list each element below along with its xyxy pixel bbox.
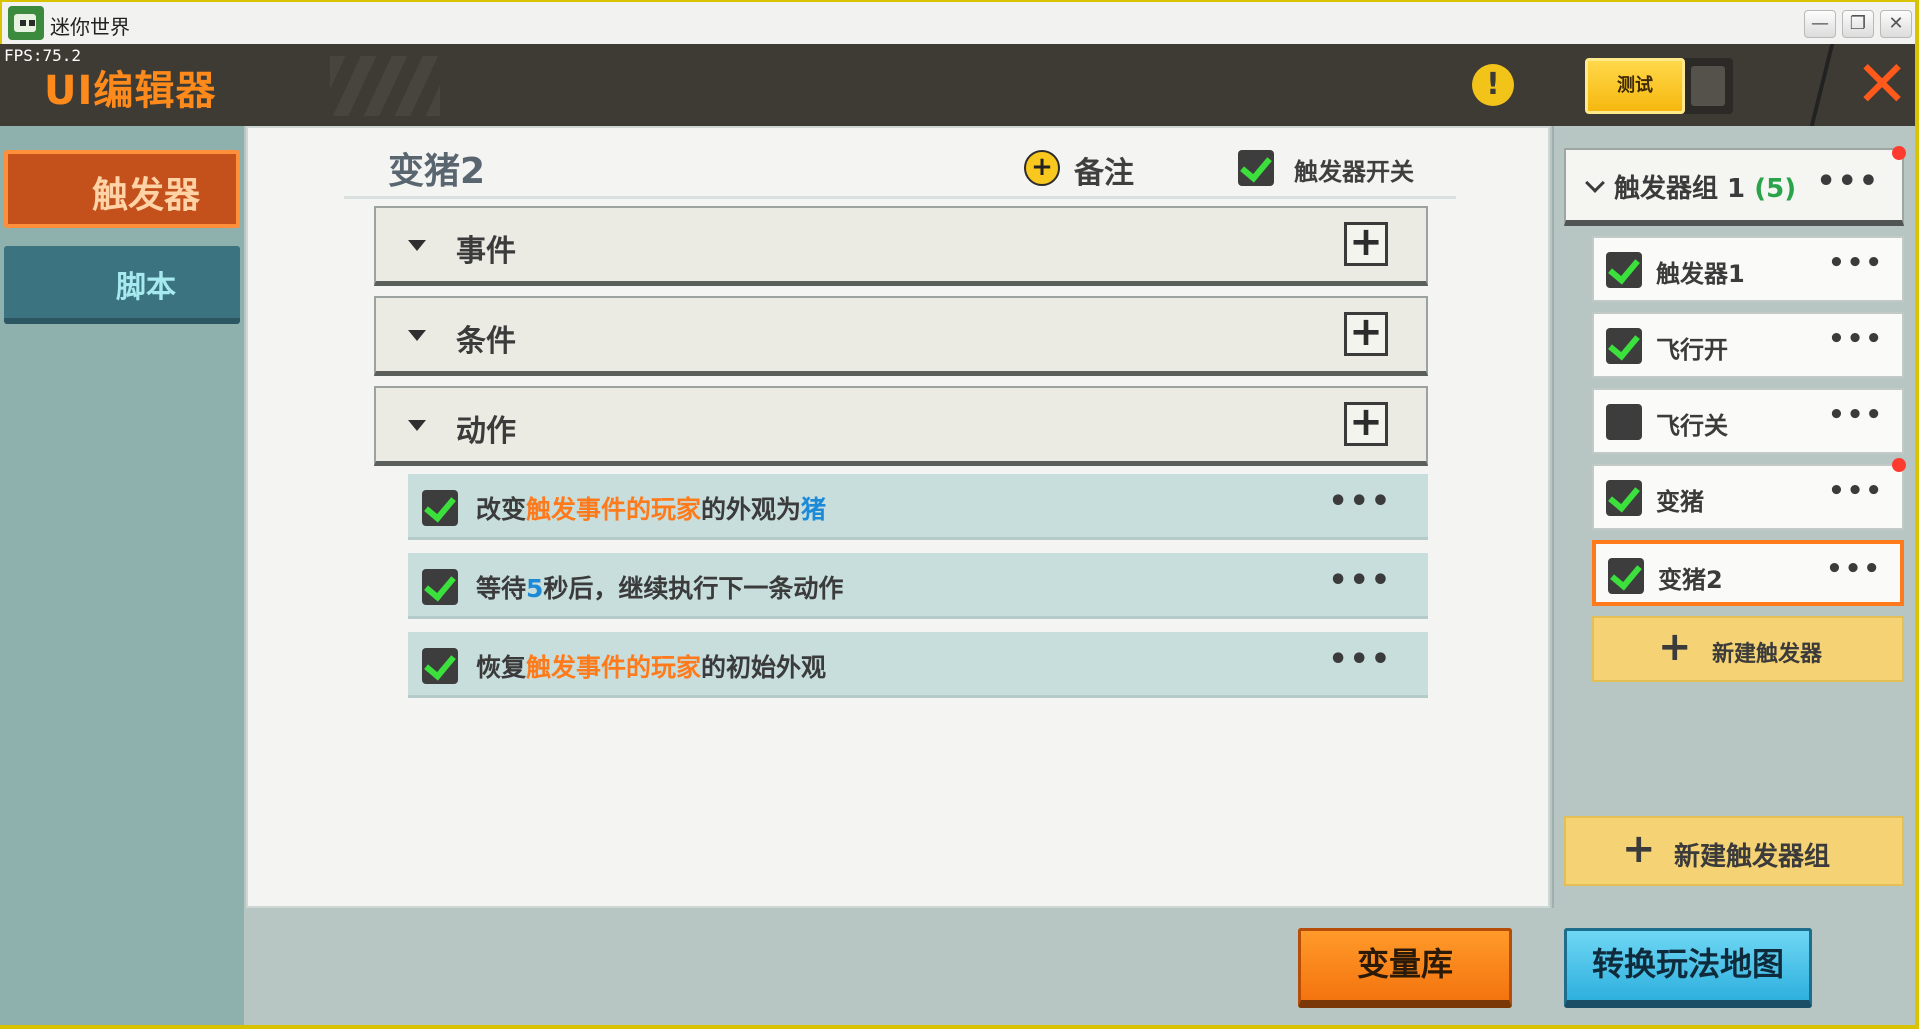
- collapse-arrow-icon[interactable]: [408, 330, 426, 341]
- trigger-item-label: 变猪2: [1658, 566, 1723, 594]
- window-titlebar: 迷你世界 — ❐ ✕: [0, 0, 1919, 44]
- header-decoration: [330, 56, 440, 116]
- more-options-icon[interactable]: •••: [1328, 484, 1392, 519]
- action-checkbox[interactable]: [422, 490, 458, 526]
- trigger-item-label: 触发器1: [1656, 260, 1745, 288]
- action-row[interactable]: 改变触发事件的玩家的外观为猪 •••: [408, 474, 1428, 540]
- window-title: 迷你世界: [50, 15, 130, 39]
- collapse-arrow-icon[interactable]: [408, 240, 426, 251]
- trigger-enabled-checkbox[interactable]: [1606, 480, 1642, 516]
- trigger-group-label: 触发器组 1 (5): [1614, 174, 1797, 204]
- chevron-down-icon[interactable]: [1585, 173, 1605, 193]
- section-event[interactable]: 事件 +: [374, 206, 1428, 286]
- trigger-group-header[interactable]: 触发器组 1 (5) •••: [1564, 146, 1906, 226]
- trigger-enabled-checkbox[interactable]: [1606, 404, 1642, 440]
- trigger-group-count: (5): [1754, 174, 1797, 204]
- window-frame-bottom: [0, 1025, 1919, 1029]
- trigger-switch-label: 触发器开关: [1294, 158, 1414, 186]
- nav-tab-scripts[interactable]: 脚本: [4, 246, 240, 324]
- more-options-icon[interactable]: •••: [1328, 642, 1392, 677]
- trigger-item-label: 变猪: [1656, 488, 1704, 516]
- trigger-switch-checkbox[interactable]: [1238, 150, 1274, 186]
- window-frame-right: [1915, 0, 1919, 1029]
- header-divider-line: [344, 196, 1456, 199]
- app-logo-icon: [8, 6, 44, 40]
- more-options-icon[interactable]: •••: [1828, 248, 1884, 278]
- section-label: 事件: [456, 234, 516, 269]
- nav-tab-label: 脚本: [116, 270, 176, 305]
- new-trigger-button[interactable]: + 新建触发器: [1592, 616, 1904, 682]
- action-row[interactable]: 恢复触发事件的玩家的初始外观 •••: [408, 632, 1428, 698]
- left-nav: 触发器 脚本: [0, 126, 244, 1029]
- new-trigger-group-button[interactable]: + 新建触发器组: [1564, 816, 1904, 886]
- action-text[interactable]: 等待5秒后，继续执行下一条动作: [476, 569, 843, 605]
- action-param-appearance[interactable]: 猪: [801, 495, 826, 524]
- notification-dot: [1892, 146, 1906, 160]
- warning-icon[interactable]: !: [1472, 64, 1514, 106]
- minimize-button[interactable]: —: [1804, 10, 1836, 38]
- trigger-list-item[interactable]: 飞行开 •••: [1592, 312, 1904, 378]
- more-options-icon[interactable]: •••: [1826, 554, 1882, 584]
- action-param-player[interactable]: 触发事件的玩家: [526, 495, 701, 524]
- trigger-name[interactable]: 变猪2: [388, 142, 485, 194]
- nav-tab-triggers[interactable]: 触发器: [4, 150, 240, 228]
- window-close-button[interactable]: ✕: [1880, 10, 1912, 38]
- close-editor-icon[interactable]: ✕: [1852, 50, 1912, 120]
- add-condition-button[interactable]: +: [1344, 312, 1388, 356]
- add-action-button[interactable]: +: [1344, 402, 1388, 446]
- header-divider: [1809, 44, 1835, 126]
- note-label: 备注: [1074, 156, 1134, 191]
- plus-icon: +: [1622, 826, 1656, 872]
- more-options-icon[interactable]: •••: [1828, 476, 1884, 506]
- test-toggle-knob: [1691, 66, 1725, 106]
- trigger-list-sidebar: 触发器组 1 (5) ••• 触发器1 ••• 飞行开 ••• 飞行关 ••• …: [1552, 126, 1919, 908]
- editor-header: FPS:75.2 UI编辑器 ! 测试 ✕: [0, 44, 1919, 126]
- variable-library-button[interactable]: 变量库: [1298, 928, 1512, 1008]
- trigger-list-item-selected[interactable]: 变猪2 •••: [1592, 540, 1904, 606]
- plus-circle-icon: +: [1024, 150, 1060, 186]
- more-options-icon[interactable]: •••: [1328, 563, 1392, 598]
- more-options-icon[interactable]: •••: [1816, 164, 1880, 199]
- collapse-arrow-icon[interactable]: [408, 420, 426, 431]
- trigger-list-item[interactable]: 飞行关 •••: [1592, 388, 1904, 454]
- trigger-enabled-checkbox[interactable]: [1606, 328, 1642, 364]
- notification-dot: [1892, 458, 1906, 472]
- nav-tab-label: 触发器: [91, 175, 200, 216]
- section-condition[interactable]: 条件 +: [374, 296, 1428, 376]
- test-button[interactable]: 测试: [1585, 58, 1685, 114]
- new-trigger-label: 新建触发器: [1712, 642, 1823, 667]
- action-text[interactable]: 改变触发事件的玩家的外观为猪: [476, 490, 826, 526]
- trigger-list-item[interactable]: 触发器1 •••: [1592, 236, 1904, 302]
- action-checkbox[interactable]: [422, 648, 458, 684]
- action-checkbox[interactable]: [422, 569, 458, 605]
- add-event-button[interactable]: +: [1344, 222, 1388, 266]
- editor-title: UI编辑器: [44, 68, 217, 114]
- more-options-icon[interactable]: •••: [1828, 400, 1884, 430]
- trigger-list-item[interactable]: 变猪 •••: [1592, 458, 1906, 530]
- action-param-seconds[interactable]: 5: [526, 574, 543, 603]
- section-label: 条件: [456, 324, 516, 359]
- section-action[interactable]: 动作 +: [374, 386, 1428, 466]
- trigger-editor-panel: 变猪2 + 备注 触发器开关 事件 + 条件 + 动作 + 改变触发事件的玩家的…: [246, 126, 1550, 908]
- trigger-enabled-checkbox[interactable]: [1606, 252, 1642, 288]
- action-text[interactable]: 恢复触发事件的玩家的初始外观: [476, 648, 826, 684]
- more-options-icon[interactable]: •••: [1828, 324, 1884, 354]
- action-param-player[interactable]: 触发事件的玩家: [526, 653, 701, 682]
- test-toggle[interactable]: 测试: [1585, 58, 1733, 114]
- convert-map-button[interactable]: 转换玩法地图: [1564, 928, 1812, 1008]
- trigger-item-label: 飞行开: [1656, 336, 1728, 364]
- action-row[interactable]: 等待5秒后，继续执行下一条动作 •••: [408, 553, 1428, 619]
- trigger-enabled-checkbox[interactable]: [1608, 558, 1644, 594]
- plus-icon: +: [1658, 624, 1692, 670]
- new-trigger-group-label: 新建触发器组: [1674, 842, 1831, 872]
- trigger-item-label: 飞行关: [1656, 412, 1728, 440]
- restore-button[interactable]: ❐: [1842, 10, 1874, 38]
- section-label: 动作: [456, 414, 516, 449]
